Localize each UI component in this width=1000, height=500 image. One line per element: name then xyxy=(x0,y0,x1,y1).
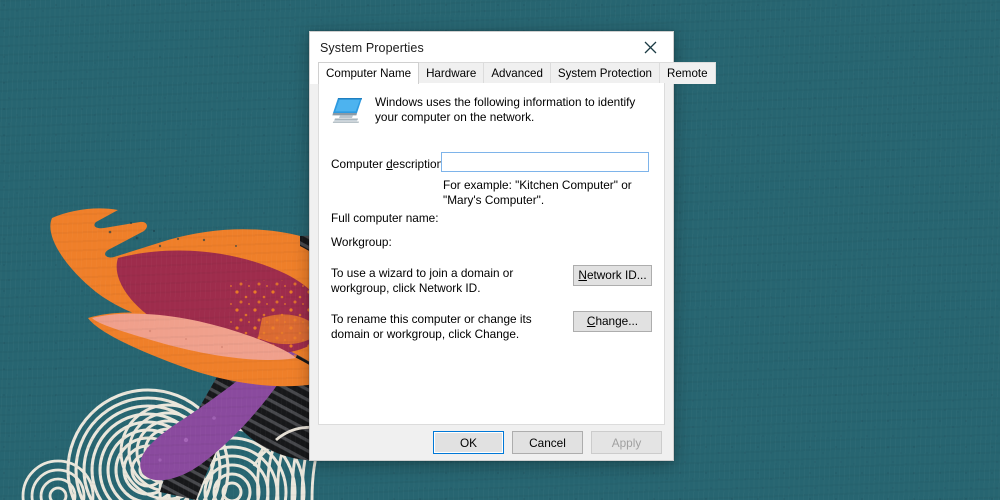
intro-row: Windows uses the following information t… xyxy=(331,95,652,129)
ok-button[interactable]: OK xyxy=(433,431,504,454)
cancel-button[interactable]: Cancel xyxy=(512,431,583,454)
desktop: System Properties Computer Name Hardware… xyxy=(0,0,1000,500)
desc-label-pre: Computer xyxy=(331,157,387,171)
full-computer-name-label: Full computer name: xyxy=(331,211,439,225)
tab-advanced[interactable]: Advanced xyxy=(483,62,551,84)
intro-text: Windows uses the following information t… xyxy=(375,95,636,124)
workgroup-label: Workgroup: xyxy=(331,235,392,249)
change-label-rest: hange... xyxy=(595,314,639,328)
dialog-title: System Properties xyxy=(320,40,424,55)
network-id-label-rest: etwork ID... xyxy=(586,268,647,282)
tab-hardware[interactable]: Hardware xyxy=(418,62,485,84)
tab-panel-computer-name: Windows uses the following information t… xyxy=(318,83,665,425)
change-description: To rename this computer or change its do… xyxy=(331,312,532,341)
apply-button[interactable]: Apply xyxy=(591,431,662,454)
computer-description-example: For example: "Kitchen Computer" or "Mary… xyxy=(443,178,632,207)
tab-system-protection[interactable]: System Protection xyxy=(549,62,660,84)
desc-label-post: escription: xyxy=(392,157,447,171)
network-id-accesskey: N xyxy=(578,268,587,282)
close-button[interactable] xyxy=(628,32,673,63)
computer-description-input[interactable] xyxy=(441,152,649,172)
computer-monitor-icon xyxy=(331,95,365,129)
tab-strip: Computer Name Hardware Advanced System P… xyxy=(310,62,716,84)
network-id-button[interactable]: Network ID... xyxy=(573,265,652,286)
dialog-titlebar[interactable]: System Properties xyxy=(310,32,673,63)
computer-description-label: Computer description: xyxy=(331,157,446,171)
tab-computer-name[interactable]: Computer Name xyxy=(318,62,420,84)
dialog-footer: OK Cancel Apply xyxy=(310,425,673,460)
system-properties-dialog: System Properties Computer Name Hardware… xyxy=(309,31,716,461)
change-button[interactable]: Change... xyxy=(573,311,652,332)
tab-remote[interactable]: Remote xyxy=(658,62,716,84)
network-id-description: To use a wizard to join a domain or work… xyxy=(331,266,514,295)
close-icon xyxy=(644,41,657,54)
